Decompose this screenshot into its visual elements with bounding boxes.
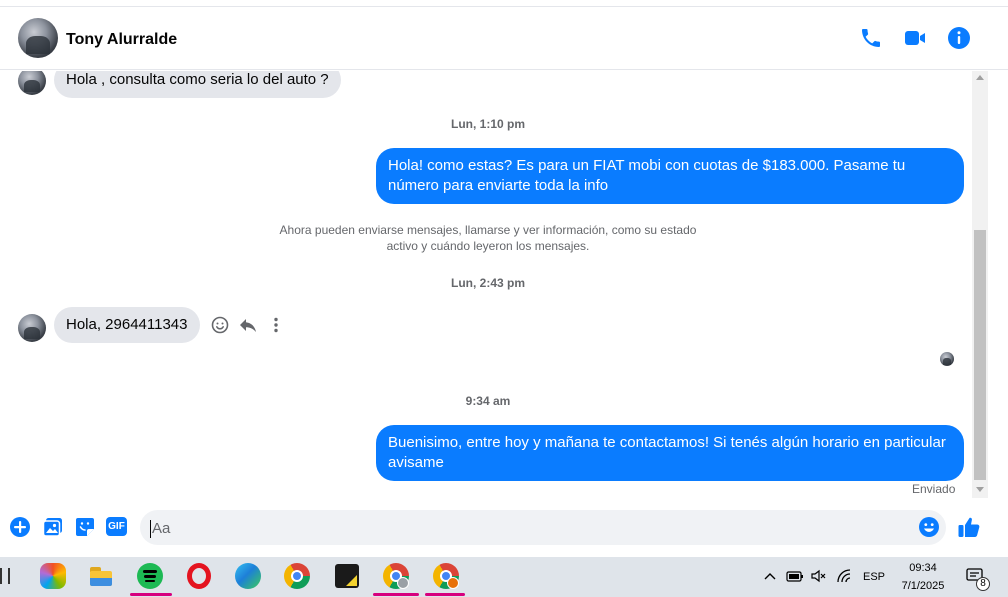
outgoing-message[interactable]: Buenisimo, entre hoy y mañana te contact… (376, 425, 964, 481)
system-note: Ahora pueden enviarse mensajes, llamarse… (268, 222, 708, 254)
add-icon[interactable] (9, 516, 31, 538)
volume-muted-icon[interactable] (810, 568, 826, 584)
react-emoji-icon[interactable] (210, 315, 230, 335)
clock-date[interactable]: 7/1/2025 (896, 580, 950, 592)
copilot-icon[interactable] (40, 563, 66, 589)
scroll-up-icon[interactable] (976, 75, 984, 80)
phone-icon[interactable] (859, 26, 883, 50)
contact-avatar-small (18, 314, 46, 342)
more-options-icon[interactable] (266, 315, 286, 335)
seen-by-avatar (940, 352, 954, 366)
sticky-notes-icon[interactable] (335, 564, 359, 588)
video-camera-icon[interactable] (903, 26, 927, 50)
opera-icon[interactable] (187, 563, 211, 589)
reply-icon[interactable] (238, 315, 258, 335)
contact-avatar-small (18, 71, 46, 95)
contact-avatar[interactable] (18, 18, 58, 58)
active-app-indicator (373, 593, 419, 596)
message-list: Hola , consulta como seria lo del auto ?… (0, 71, 972, 498)
like-icon[interactable] (957, 515, 981, 539)
image-icon[interactable] (42, 516, 64, 538)
delivery-status: Enviado (912, 482, 956, 496)
text-cursor (150, 520, 151, 538)
gif-label: GIF (108, 521, 125, 532)
chrome-icon[interactable] (284, 563, 310, 589)
gif-icon[interactable]: GIF (106, 517, 127, 536)
contact-name[interactable]: Tony Alurralde (66, 31, 177, 49)
edge-icon[interactable] (235, 563, 261, 589)
system-note-line: activo y cuándo leyeron los mensajes. (386, 239, 590, 253)
incoming-message[interactable]: Hola, 2964411343 (54, 307, 200, 343)
emoji-icon[interactable] (918, 516, 940, 538)
message-composer: GIF Aa (0, 506, 1008, 548)
chat-scrollbar[interactable] (972, 71, 988, 498)
scroll-down-icon[interactable] (976, 487, 984, 492)
system-note-line: Ahora pueden enviarse mensajes, llamarse… (279, 223, 697, 237)
battery-icon[interactable] (786, 569, 804, 583)
chrome-profile-icon[interactable] (383, 563, 409, 589)
windows-taskbar: ESP 09:34 7/1/2025 8 (0, 557, 1008, 597)
input-language[interactable]: ESP (863, 571, 885, 583)
incoming-message[interactable]: Hola , consulta como seria lo del auto ? (54, 71, 341, 98)
message-timestamp: Lun, 1:10 pm (450, 117, 525, 131)
message-input-placeholder[interactable]: Aa (152, 520, 170, 537)
message-timestamp: 9:34 am (465, 394, 511, 408)
clock-time[interactable]: 09:34 (905, 562, 941, 574)
messenger-window: Tony Alurralde Hola , consulta como seri… (0, 0, 1008, 597)
active-app-indicator (130, 593, 172, 596)
wifi-icon[interactable] (836, 568, 852, 584)
file-explorer-icon[interactable] (88, 563, 114, 589)
outgoing-message[interactable]: Hola! como estas? Es para un FIAT mobi c… (376, 148, 964, 204)
message-input-box[interactable] (140, 510, 946, 545)
task-view-icon[interactable] (0, 568, 10, 584)
chevron-up-icon[interactable] (764, 571, 776, 581)
spotify-icon[interactable] (137, 563, 163, 589)
active-app-indicator (425, 593, 465, 596)
sticker-icon[interactable] (74, 516, 96, 538)
chrome-profile-icon[interactable] (433, 563, 459, 589)
scroll-thumb[interactable] (974, 230, 986, 480)
notification-count-badge: 8 (976, 577, 990, 591)
info-icon[interactable] (947, 26, 971, 50)
conversation-header: Tony Alurralde (0, 6, 1008, 70)
message-timestamp: Lun, 2:43 pm (450, 276, 525, 290)
